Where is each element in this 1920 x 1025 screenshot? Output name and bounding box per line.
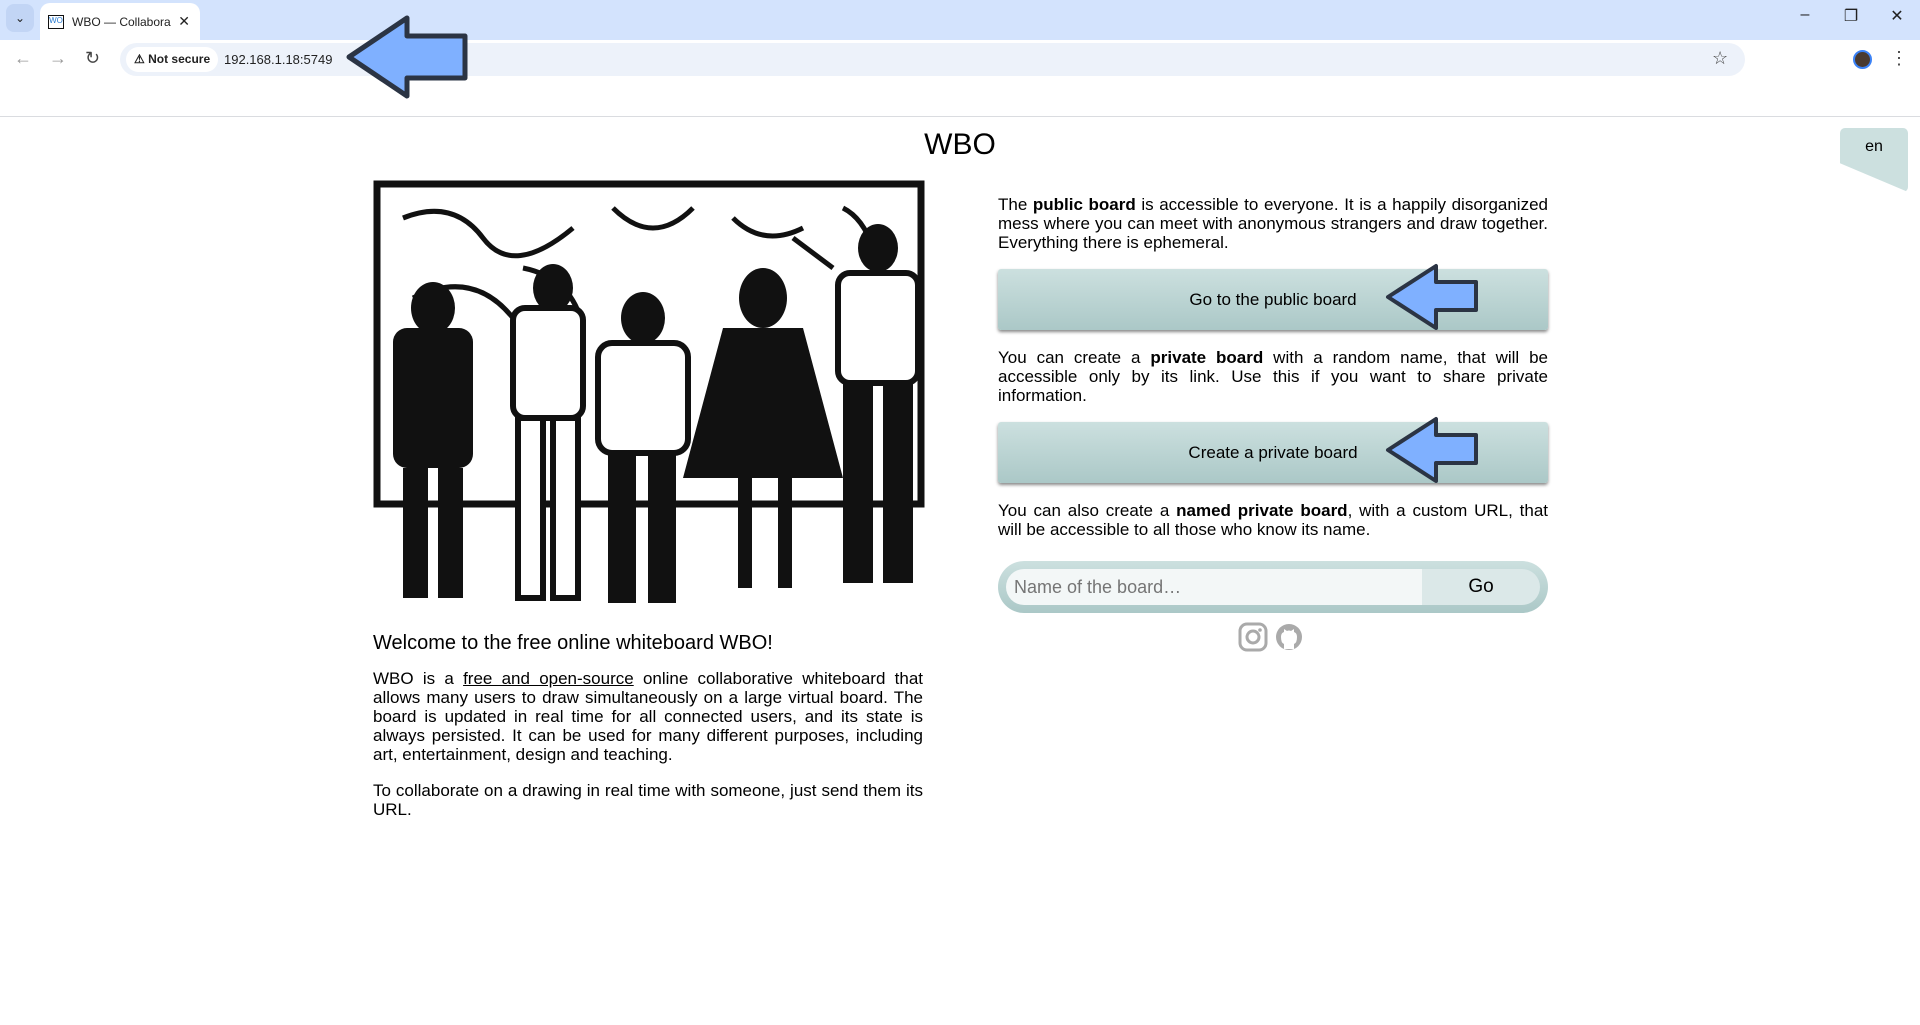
private-board-button[interactable]: Create a private board xyxy=(998,417,1548,483)
minimize-icon[interactable]: – xyxy=(1790,6,1820,24)
text-bold: named private board xyxy=(1176,501,1348,520)
reload-icon[interactable]: ↻ xyxy=(85,48,100,69)
text: The xyxy=(998,195,1033,214)
board-options: The public board is accessible to everyo… xyxy=(998,195,1548,613)
tab-strip xyxy=(0,0,1920,40)
profile-avatar[interactable] xyxy=(1853,50,1872,69)
annotation-arrow-icon xyxy=(1386,417,1478,483)
intro-section: Welcome to the free online whiteboard WB… xyxy=(373,632,923,836)
social-links xyxy=(1238,622,1304,652)
close-tab-icon[interactable]: ✕ xyxy=(178,13,190,30)
annotation-arrow-icon xyxy=(1386,264,1478,330)
security-label: Not secure xyxy=(148,52,211,66)
back-icon[interactable]: ← xyxy=(14,48,32,69)
text: You can create a xyxy=(998,348,1151,367)
named-board-form: Go xyxy=(998,561,1548,613)
close-window-icon[interactable]: ✕ xyxy=(1882,6,1912,26)
wbo-favicon-icon: WO xyxy=(48,14,64,29)
url-text[interactable]: 192.168.1.18:5749 xyxy=(224,52,332,67)
intro-prefix: WBO is a xyxy=(373,669,464,688)
public-board-text: The public board is accessible to everyo… xyxy=(998,195,1548,252)
collab-paragraph: To collaborate on a drawing in real time… xyxy=(373,781,923,819)
restore-icon[interactable]: ❐ xyxy=(1836,6,1866,26)
security-chip[interactable]: ⚠ Not secure xyxy=(126,47,219,72)
annotation-arrow-icon xyxy=(346,15,468,99)
forward-icon[interactable]: → xyxy=(49,48,67,69)
private-board-text: You can create a private board with a ra… xyxy=(998,348,1548,405)
button-label: Create a private board xyxy=(1188,443,1358,462)
text-bold: private board xyxy=(1150,348,1264,367)
browser-tab[interactable]: WO WBO — Collabora ✕ xyxy=(40,3,200,40)
named-board-text: You can also create a named private boar… xyxy=(998,501,1548,539)
warning-icon: ⚠ xyxy=(134,52,149,66)
browser-menu-icon[interactable]: ⋮ xyxy=(1890,48,1908,69)
language-selector[interactable]: en xyxy=(1840,128,1908,192)
open-source-link[interactable]: free and open-source xyxy=(463,669,634,688)
button-label: Go to the public board xyxy=(1189,290,1357,309)
intro-paragraph: WBO is a free and open-source online col… xyxy=(373,669,923,764)
board-name-input[interactable] xyxy=(1006,569,1422,605)
tab-search-button[interactable]: ⌄ xyxy=(6,4,34,32)
welcome-heading: Welcome to the free online whiteboard WB… xyxy=(373,632,773,654)
public-board-button[interactable]: Go to the public board xyxy=(998,264,1548,330)
bookmark-star-icon[interactable]: ☆ xyxy=(1712,48,1728,69)
whiteboard-illustration xyxy=(373,180,925,603)
tab-title: WBO — Collabora xyxy=(72,14,171,29)
text-bold: public board xyxy=(1032,195,1136,214)
page-title: WBO xyxy=(924,128,996,161)
go-button[interactable]: Go xyxy=(1422,569,1540,605)
instagram-icon[interactable] xyxy=(1238,622,1268,652)
text: You can also create a xyxy=(998,501,1177,520)
github-icon[interactable] xyxy=(1274,622,1304,652)
